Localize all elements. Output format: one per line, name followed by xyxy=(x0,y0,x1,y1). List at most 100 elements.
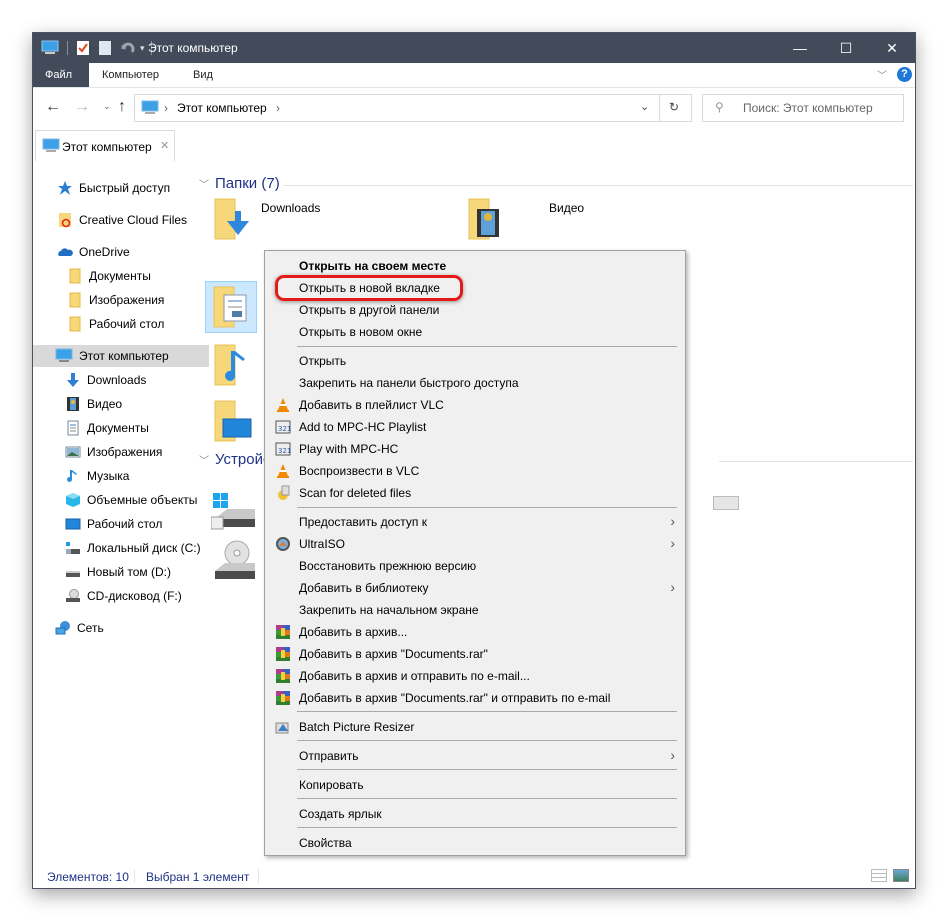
tab-close-icon[interactable]: ✕ xyxy=(160,139,169,152)
folder-tile-music[interactable] xyxy=(211,343,261,393)
sidebar-item-videos[interactable]: Видео xyxy=(33,393,219,415)
group-header-folders[interactable]: ﹀ Папки (7) xyxy=(199,175,280,192)
sidebar-item-label: Downloads xyxy=(87,373,147,387)
sidebar-item-music[interactable]: Музыка xyxy=(33,465,219,487)
sidebar-item-creative-cloud[interactable]: Creative Cloud Files xyxy=(33,209,211,231)
sidebar-item-label: Изображения xyxy=(89,293,165,307)
sidebar-item-cd-drive[interactable]: CD-дисковод (F:) xyxy=(33,585,219,607)
tab-computer[interactable]: Компьютер xyxy=(90,63,171,87)
sidebar-item-downloads[interactable]: Downloads xyxy=(33,369,219,391)
menu-item[interactable]: Scan for deleted files xyxy=(267,482,683,504)
menu-item[interactable]: 321 Add to MPC-HC Playlist xyxy=(267,416,683,438)
group-header-label: Папки (7) xyxy=(215,175,280,192)
computer-icon xyxy=(55,348,73,362)
menu-item-label: Batch Picture Resizer xyxy=(299,720,415,734)
forward-arrow-icon[interactable]: → xyxy=(74,98,90,116)
refresh-icon[interactable]: ↻ xyxy=(669,100,679,114)
title-bar: ▾ Этот компьютер — ☐ ✕ xyxy=(33,33,915,63)
close-button[interactable]: ✕ xyxy=(869,33,915,63)
minimize-button[interactable]: — xyxy=(777,33,823,63)
menu-item-label: Закрепить на панели быстрого доступа xyxy=(299,376,519,390)
recent-locations-icon[interactable]: ⌄ xyxy=(103,101,111,112)
customize-toolbar-icon[interactable]: ▾ xyxy=(140,43,145,54)
tab-this-pc[interactable]: Этот компьютер ✕ xyxy=(35,130,175,161)
drive-tile-cd[interactable] xyxy=(211,539,261,589)
drive-c-usage-bar xyxy=(713,496,739,510)
maximize-button[interactable]: ☐ xyxy=(823,33,869,63)
menu-item[interactable]: Копировать xyxy=(267,774,683,796)
sidebar-item-network[interactable]: Сеть xyxy=(33,617,209,639)
sidebar-item-pictures[interactable]: Изображения xyxy=(33,441,219,463)
maximize-icon: ☐ xyxy=(839,39,853,56)
vlc-icon xyxy=(275,397,291,413)
menu-item-label: Предоставить доступ к xyxy=(299,515,427,529)
menu-item[interactable]: Batch Picture Resizer xyxy=(267,716,683,738)
menu-item-label: Play with MPC-HC xyxy=(299,442,399,456)
large-icons-view-icon[interactable] xyxy=(893,869,909,882)
sidebar-item-label: Быстрый доступ xyxy=(79,181,171,195)
menu-item[interactable]: Отправить › xyxy=(267,745,683,767)
menu-item[interactable]: 321 Play with MPC-HC xyxy=(267,438,683,460)
sidebar-item-3d-objects[interactable]: Объемные объекты xyxy=(33,489,219,511)
sidebar-item-label: Документы xyxy=(87,421,149,435)
menu-item[interactable]: Добавить в библиотеку › xyxy=(267,577,683,599)
details-view-icon[interactable] xyxy=(871,869,887,882)
undo-icon[interactable] xyxy=(120,40,136,56)
creative-cloud-icon xyxy=(59,213,71,228)
breadcrumb-separator-icon[interactable]: › xyxy=(164,101,168,115)
sidebar-item-desktop[interactable]: Рабочий стол xyxy=(33,513,219,535)
menu-item[interactable]: Воспроизвести в VLC xyxy=(267,460,683,482)
menu-item[interactable]: Открыть на своем месте xyxy=(267,255,683,277)
drive-tile-c[interactable] xyxy=(210,491,261,541)
sidebar-item-quick-access[interactable]: Быстрый доступ xyxy=(33,177,211,199)
tab-file[interactable]: Файл xyxy=(33,63,89,87)
menu-item[interactable]: UltraISO › xyxy=(267,533,683,555)
menu-item[interactable]: Закрепить на начальном экране xyxy=(267,599,683,621)
navigation-bar: ← → ⌄ ↑ › Этот компьютер › ⌄ ↻ ⚲ Поиск: … xyxy=(33,88,915,128)
sidebar-item-drive-c[interactable]: Локальный диск (C:) xyxy=(33,537,219,559)
menu-item[interactable]: Добавить в архив... xyxy=(267,621,683,643)
menu-item[interactable]: Создать ярлык xyxy=(267,803,683,825)
menu-item[interactable]: Открыть в новом окне xyxy=(267,321,683,343)
search-icon: ⚲ xyxy=(715,100,724,114)
folder-tile-downloads[interactable]: Downloads xyxy=(211,197,451,247)
sidebar-item-label: Сеть xyxy=(77,621,104,635)
sidebar-item-drive-d[interactable]: Новый том (D:) xyxy=(33,561,219,583)
winrar-icon xyxy=(275,690,291,706)
sidebar-item-documents[interactable]: Документы xyxy=(33,417,219,439)
folder-tile-desktop[interactable] xyxy=(211,399,261,449)
folder-tile-videos[interactable]: Видео xyxy=(465,197,705,247)
tab-view[interactable]: Вид xyxy=(181,63,225,87)
address-bar[interactable]: › Этот компьютер › ⌄ ↻ xyxy=(134,94,692,122)
menu-item[interactable]: Добавить в плейлист VLC xyxy=(267,394,683,416)
back-arrow-icon[interactable]: ← xyxy=(45,98,61,116)
expand-ribbon-icon[interactable]: ﹀ xyxy=(877,67,887,82)
breadcrumb-separator-icon[interactable]: › xyxy=(276,101,280,115)
sidebar-item-this-pc[interactable]: Этот компьютер xyxy=(33,345,209,367)
search-box[interactable]: ⚲ Поиск: Этот компьютер xyxy=(702,94,904,122)
new-folder-icon[interactable] xyxy=(98,40,112,56)
window-title: Этот компьютер xyxy=(148,41,238,55)
address-dropdown-icon[interactable]: ⌄ xyxy=(640,100,649,113)
sidebar-item-onedrive[interactable]: OneDrive xyxy=(33,241,211,263)
menu-item[interactable]: Открыть xyxy=(267,350,683,372)
menu-item[interactable]: Свойства xyxy=(267,832,683,854)
menu-item[interactable]: Добавить в архив "Documents.rar" и отпра… xyxy=(267,687,683,709)
menu-item[interactable]: Открыть в другой панели xyxy=(267,299,683,321)
up-arrow-icon[interactable]: ↑ xyxy=(118,98,126,116)
menu-item[interactable]: Восстановить прежнюю версию xyxy=(267,555,683,577)
menu-item[interactable]: Предоставить доступ к › xyxy=(267,511,683,533)
menu-item[interactable]: Закрепить на панели быстрого доступа xyxy=(267,372,683,394)
folder-tile-documents[interactable] xyxy=(205,281,257,333)
help-icon[interactable]: ? xyxy=(897,67,912,82)
breadcrumb-this-pc[interactable]: Этот компьютер xyxy=(177,101,267,115)
context-menu: Открыть на своем месте Открыть в новой вк… xyxy=(264,250,686,856)
cd-drive-icon xyxy=(215,540,255,579)
properties-icon[interactable] xyxy=(76,40,90,56)
menu-item-label: Закрепить на начальном экране xyxy=(299,603,479,617)
desktop-folder-icon xyxy=(214,400,252,442)
menu-separator xyxy=(297,346,677,347)
menu-item[interactable]: Добавить в архив "Documents.rar" xyxy=(267,643,683,665)
menu-item[interactable]: Добавить в архив и отправить по e-mail..… xyxy=(267,665,683,687)
menu-item-label: Открыть в новом окне xyxy=(299,325,423,339)
